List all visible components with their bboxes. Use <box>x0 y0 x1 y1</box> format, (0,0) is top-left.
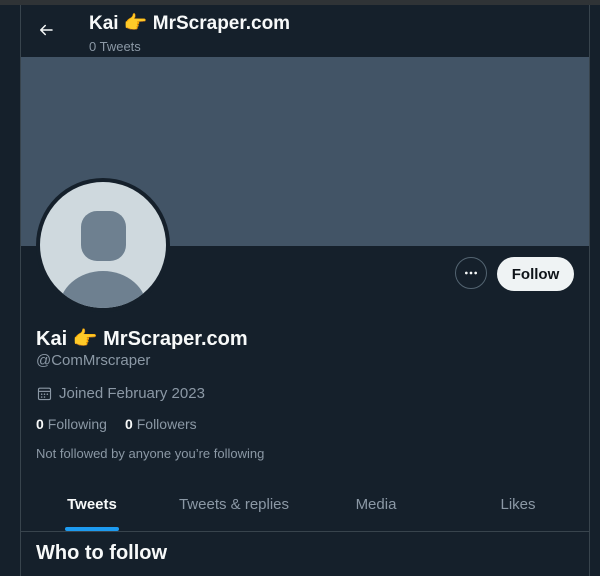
who-to-follow-heading: Who to follow <box>36 542 168 564</box>
tab-label: Media <box>355 496 397 513</box>
tab-label: Tweets & replies <box>178 496 290 513</box>
followers-label: Followers <box>136 416 197 432</box>
header-title: Kai 👉 MrScraper.com <box>89 13 291 34</box>
tweet-count: 0 Tweets <box>89 39 141 54</box>
followers-count: 0 <box>124 416 133 432</box>
arrow-left-icon <box>37 21 55 39</box>
more-horizontal-icon <box>463 265 479 281</box>
profile-header: Kai 👉 MrScraper.com 0 Tweets <box>21 5 589 57</box>
tab-tweets[interactable]: Tweets <box>21 478 163 531</box>
avatar[interactable] <box>36 178 170 312</box>
profile-display-name: Kai 👉 MrScraper.com <box>36 328 248 350</box>
followers-link[interactable]: 0 Followers <box>125 416 197 432</box>
joined-text: Joined February 2023 <box>59 385 205 402</box>
following-label: Following <box>47 416 107 432</box>
tab-media[interactable]: Media <box>305 478 447 531</box>
app-viewport: Kai 👉 MrScraper.com 0 Tweets Follow Kai … <box>0 0 600 576</box>
tab-label: Tweets <box>67 496 117 513</box>
following-count: 0 <box>36 416 44 432</box>
profile-tabs: Tweets Tweets & replies Media Likes <box>21 478 589 532</box>
follow-counts: 0 Following 0 Followers <box>36 416 215 432</box>
active-tab-indicator <box>65 527 119 531</box>
joined-date: Joined February 2023 <box>36 385 205 402</box>
back-button[interactable] <box>31 15 61 45</box>
tab-likes[interactable]: Likes <box>447 478 589 531</box>
profile-handle: @ComMrscraper <box>36 352 151 369</box>
tab-label: Likes <box>500 496 536 513</box>
profile-column: Kai 👉 MrScraper.com 0 Tweets Follow Kai … <box>20 5 590 576</box>
mutual-followers-note: Not followed by anyone you’re following <box>36 446 265 461</box>
calendar-icon <box>36 385 53 402</box>
follow-button[interactable]: Follow <box>497 257 574 291</box>
tab-tweets-replies[interactable]: Tweets & replies <box>163 478 305 531</box>
following-link[interactable]: 0 Following <box>36 416 107 432</box>
default-avatar-icon <box>40 182 166 308</box>
more-options-button[interactable] <box>455 257 487 289</box>
